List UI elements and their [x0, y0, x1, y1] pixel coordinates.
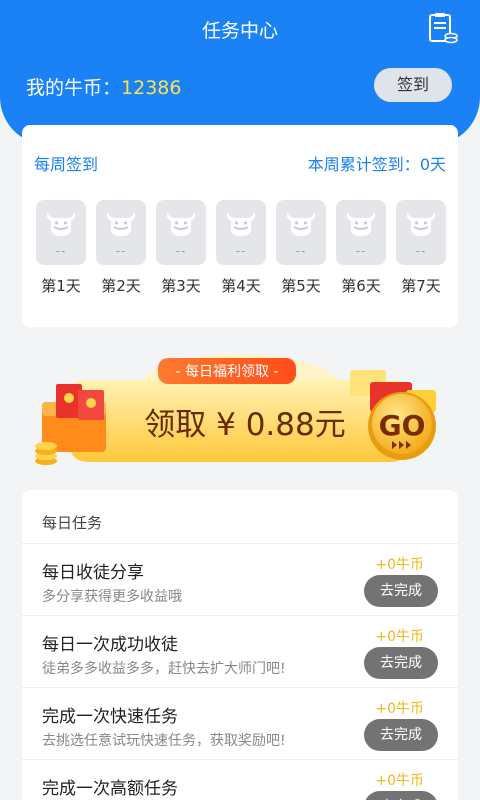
day-tile: --: [156, 200, 206, 265]
page-title: 任务中心: [201, 20, 278, 42]
gift-box-icon: [42, 384, 106, 452]
day-6: -- 第6天: [336, 200, 386, 300]
day-2: -- 第2天: [96, 200, 146, 300]
go-complete-button[interactable]: 去完成: [364, 647, 438, 679]
task-name: 每日收徒分享: [42, 563, 144, 583]
day-tile: --: [36, 200, 86, 265]
day-1: -- 第1天: [36, 200, 86, 300]
go-complete-button[interactable]: 去完成: [364, 719, 438, 751]
task-row: 完成一次快速任务去挑选任意试玩快速任务，获取奖励吧! +0牛币去完成: [22, 687, 458, 759]
banner-tag: - 每日福利领取 -: [175, 364, 278, 380]
task-name: 每日一次成功收徒: [42, 635, 178, 655]
coins-icon: [35, 442, 57, 465]
day-value: --: [55, 244, 67, 258]
coins-label: 我的牛币：: [26, 77, 122, 99]
task-description: 多分享获得更多收益哦: [42, 589, 182, 605]
weekly-total-value: 0天: [419, 155, 446, 174]
daily-tasks-title: 每日任务: [42, 514, 103, 532]
go-button[interactable]: GO: [368, 392, 436, 460]
task-reward: +0牛币: [375, 773, 424, 789]
cow-icon: [346, 212, 376, 236]
go-label: GO: [379, 409, 426, 442]
day-value: --: [115, 244, 127, 258]
task-name: 完成一次快速任务: [42, 707, 178, 727]
cow-icon: [226, 212, 256, 236]
day-label: 第3天: [161, 277, 201, 295]
task-row: 每日收徒分享多分享获得更多收益哦 +0牛币去完成: [22, 543, 458, 615]
day-value: --: [235, 244, 247, 258]
daily-tasks-card: 每日任务 每日收徒分享 多分享获得更多收益哦 +0牛币 去完成 每日一次成功收徒 徒弟多多…: [22, 490, 458, 800]
weekly-total-label: 本周累计签到：: [307, 155, 420, 174]
day-label: 第5天: [281, 277, 321, 295]
weekly-total: 本周累计签到：0天: [308, 151, 446, 175]
task-reward: +0牛币: [375, 557, 424, 573]
day-tile: --: [396, 200, 446, 265]
banner-text: 领取 ¥ 0.88元: [144, 407, 345, 443]
task-reward: +0牛币: [375, 701, 424, 717]
day-label: 第4天: [221, 277, 261, 295]
task-name: 完成一次高额任务: [42, 779, 178, 799]
record-icon[interactable]: [428, 12, 458, 44]
task-description: 去挑选任意试玩快速任务，获取奖励吧!: [42, 733, 286, 749]
day-tile: --: [276, 200, 326, 265]
day-list: -- 第1天 -- 第2天 -- 第3天 -- 第4天 -- 第5天 -- 第6天 -- 第7天: [36, 200, 448, 300]
coins-value: 12386: [121, 77, 182, 99]
task-description: 徒弟多多收益多多，赶快去扩大师门吧!: [42, 661, 286, 677]
weekly-sign-in-title: 每周签到: [34, 155, 99, 174]
weekly-sign-in-card: 每周签到 本周累计签到：0天 -- 第1天 -- 第2天 -- 第3天 -- 第4天 -- 第5天…: [22, 125, 458, 327]
cow-icon: [166, 212, 196, 236]
day-value: --: [175, 244, 187, 258]
day-tile: --: [96, 200, 146, 265]
day-value: --: [295, 244, 307, 258]
go-complete-button[interactable]: 去完成: [364, 791, 438, 800]
task-reward: +0牛币: [375, 629, 424, 645]
day-label: 第1天: [41, 277, 81, 295]
sign-in-button[interactable]: 签到: [374, 68, 452, 102]
go-complete-button[interactable]: 去完成: [364, 575, 438, 607]
day-label: 第6天: [341, 277, 381, 295]
cow-icon: [46, 212, 76, 236]
day-5: -- 第5天: [276, 200, 326, 300]
day-value: --: [415, 244, 427, 258]
day-4: -- 第4天: [216, 200, 266, 300]
day-3: -- 第3天: [156, 200, 206, 300]
cow-icon: [286, 212, 316, 236]
cow-icon: [106, 212, 136, 236]
cow-icon: [406, 212, 436, 236]
task-row: 每日一次成功收徒徒弟多多收益多多，赶快去扩大师门吧! +0牛币去完成: [22, 615, 458, 687]
day-7: -- 第7天: [396, 200, 446, 300]
task-row: 完成一次高额任务 +0牛币去完成: [22, 759, 458, 800]
my-coins: 我的牛币：12386: [26, 73, 181, 100]
day-label: 第7天: [401, 277, 441, 295]
day-value: --: [355, 244, 367, 258]
daily-welfare-banner[interactable]: - 每日福利领取 - 领取 ¥ 0.88元 GO: [30, 340, 450, 475]
day-label: 第2天: [101, 277, 141, 295]
day-tile: --: [336, 200, 386, 265]
day-tile: --: [216, 200, 266, 265]
